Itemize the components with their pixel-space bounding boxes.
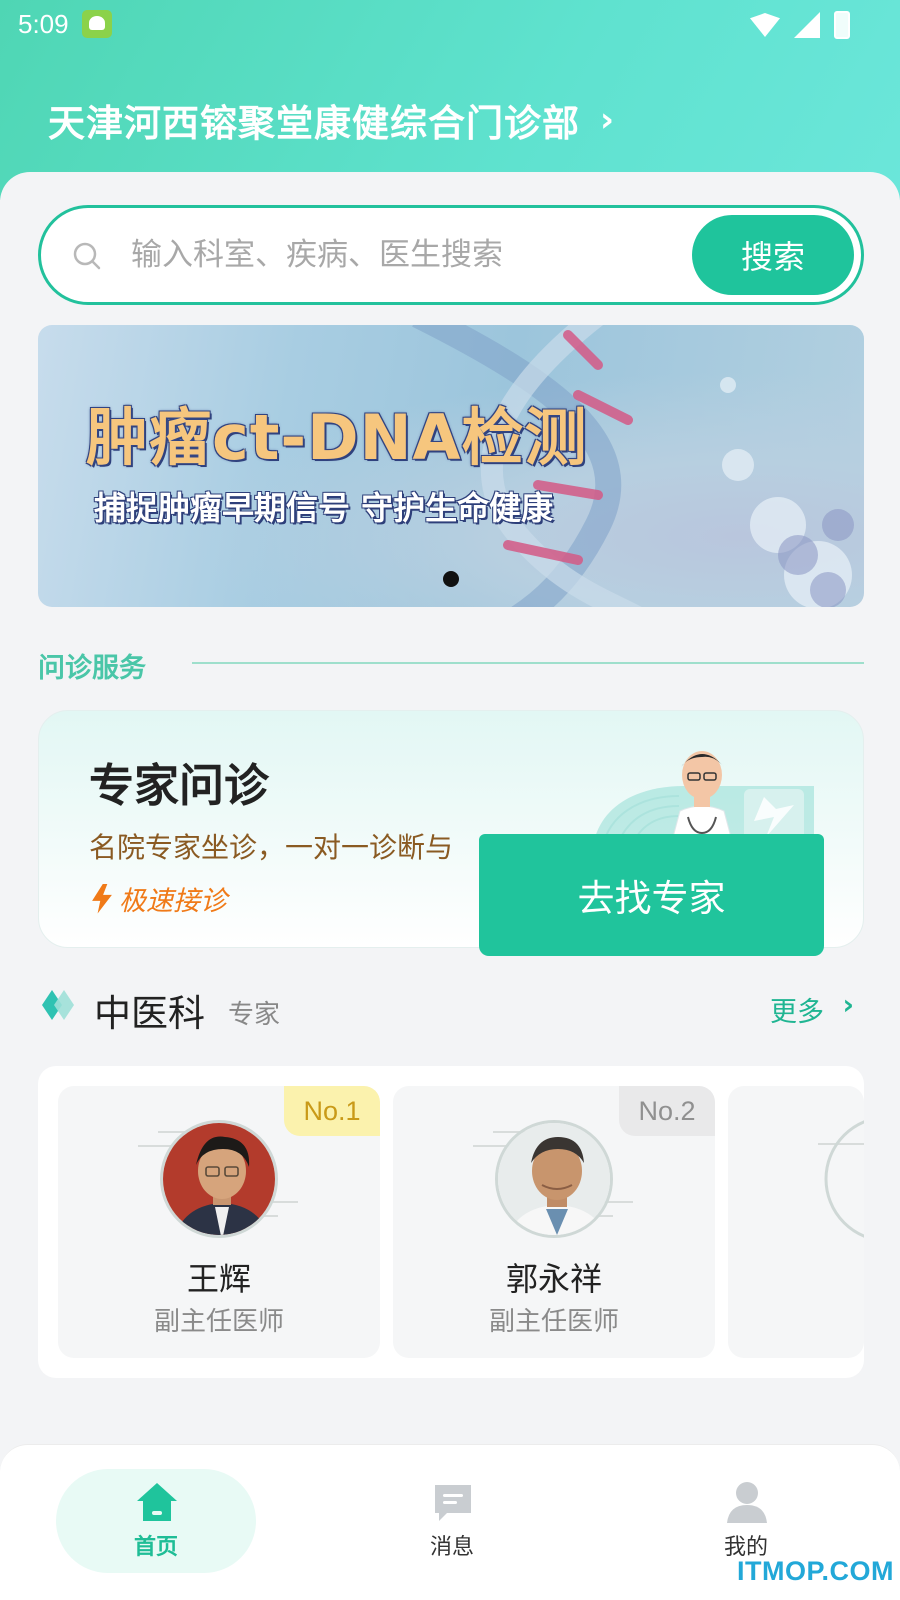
promo-banner[interactable]: 肿瘤ct-DNA检测 捕捉肿瘤早期信号 守护生命健康: [38, 325, 864, 607]
rank-badge: No.2: [619, 1086, 715, 1136]
fast-consult-text: 极速接诊: [119, 886, 227, 917]
doctor-avatar: [495, 1120, 613, 1238]
search-bar: 搜索: [38, 205, 864, 305]
find-expert-button[interactable]: 去找专家: [479, 834, 824, 956]
clinic-name: 天津河西镕聚堂康健综合门诊部: [48, 102, 580, 145]
tab-label: 首页: [133, 1535, 178, 1560]
fast-consult-label: 极速接诊: [91, 879, 227, 918]
banner-pagination-dot: [443, 571, 459, 587]
status-bar: 5:09: [0, 0, 900, 50]
avatar-decoration: [818, 1120, 864, 1238]
department-tag: 专家: [228, 1000, 281, 1030]
doctor-card[interactable]: No.1 王辉 副主任医师: [58, 1086, 380, 1358]
user-icon: [727, 1482, 767, 1523]
doctor-card[interactable]: No.2 郭永祥 副主任医师: [393, 1086, 715, 1358]
chevron-right-icon: ›: [842, 988, 854, 1021]
battery-icon: [834, 11, 850, 39]
banner-subtitle: 捕捉肿瘤早期信号 守护生命健康: [94, 489, 554, 527]
doctor-name: 郭永祥: [505, 1260, 602, 1298]
doctor-avatar-wrap: [138, 1116, 298, 1242]
status-time: 5:09: [18, 9, 69, 39]
home-icon: [137, 1483, 177, 1521]
status-icons: [750, 10, 850, 40]
tab-label: 消息: [429, 1535, 474, 1560]
app-notification-icon: [82, 10, 112, 38]
department-diamond-icon: [42, 990, 74, 1020]
tab-home[interactable]: 首页: [56, 1469, 256, 1573]
message-icon: [435, 1485, 471, 1521]
expert-card-title: 专家问诊: [89, 759, 270, 812]
department-name: 中医科: [94, 992, 205, 1035]
doctor-illustration: [594, 751, 814, 841]
more-link[interactable]: 更多: [770, 990, 824, 1029]
doctor-title: 副主任医师: [488, 1307, 619, 1337]
banner-title: 肿瘤ct-DNA检测: [86, 401, 588, 474]
doctor-avatar: [160, 1120, 278, 1238]
wifi-icon: [750, 13, 780, 37]
doctor-avatar-wrap: [473, 1116, 633, 1242]
doctor-title: 副主任医师: [153, 1307, 284, 1337]
rank-badge: No.1: [284, 1086, 380, 1136]
lightning-icon: [92, 883, 112, 914]
doctor-card-partial[interactable]: [728, 1086, 864, 1358]
clinic-selector[interactable]: 天津河西镕聚堂康健综合门诊部 ›: [48, 93, 614, 147]
expert-card-description: 名院专家坐诊，一对一诊断与: [89, 831, 454, 864]
doctor-list: No.1 王辉 副主任医师 No.2 郭永祥 副主任医师: [38, 1066, 864, 1378]
consult-section-title: 问诊服务: [38, 653, 146, 684]
department-header: 中医科 专家 更多 ›: [42, 980, 864, 1035]
search-input[interactable]: [131, 230, 671, 280]
doctor-name: 王辉: [186, 1260, 251, 1298]
search-button[interactable]: 搜索: [692, 215, 854, 295]
watermark: ITMOP.COM: [736, 1556, 894, 1586]
search-icon: [73, 242, 101, 270]
section-divider: [192, 662, 864, 664]
tab-messages[interactable]: 消息: [352, 1469, 552, 1573]
signal-icon: [794, 12, 820, 38]
chevron-right-icon: ›: [600, 100, 615, 140]
